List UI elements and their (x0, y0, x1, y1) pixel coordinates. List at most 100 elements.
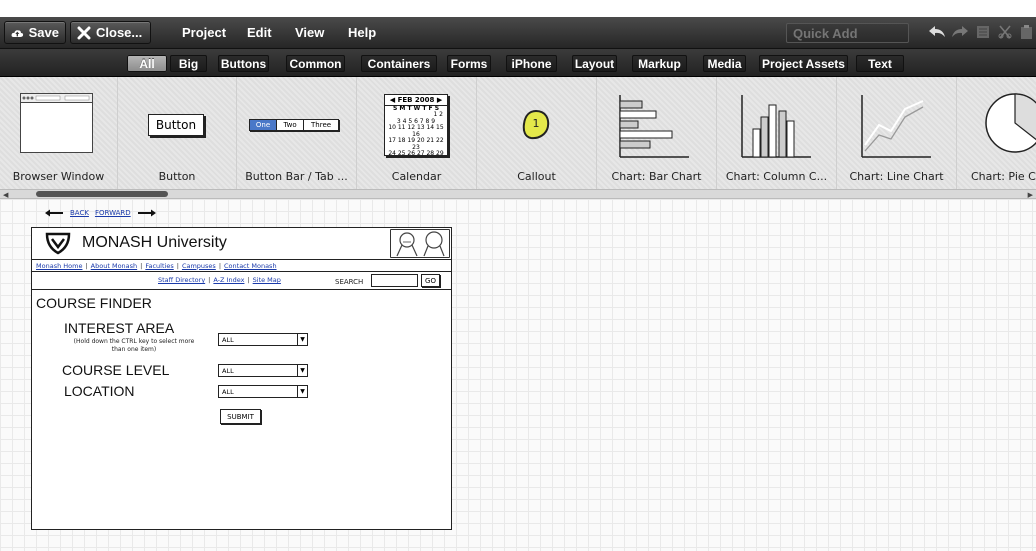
library-item-label: Button (158, 170, 196, 183)
close-button[interactable]: Close... (70, 21, 151, 44)
site-header: MONASH University (32, 228, 450, 260)
link-faculties[interactable]: Faculties (145, 262, 173, 270)
library-item-calendar[interactable]: ◀ FEB 2008 ▶ S M T W T F S 1 2 3 4 5 6 7… (357, 77, 477, 189)
library-item-bar-chart[interactable]: Chart: Bar Chart (597, 77, 717, 189)
filter-tab-media[interactable]: Media (703, 55, 746, 72)
link-contact-monash[interactable]: Contact Monash (224, 262, 277, 270)
filter-tab-buttons[interactable]: Buttons (218, 55, 269, 72)
library-item-label: Chart: Bar Chart (611, 170, 702, 183)
filter-tab-containers[interactable]: Containers (361, 55, 437, 72)
filter-tab-all[interactable]: All (127, 55, 167, 72)
menu-project[interactable]: Project (182, 25, 226, 40)
course-level-label: COURSE LEVEL (62, 362, 170, 378)
mockup-nav-links: BACK FORWARD (44, 209, 157, 217)
library-item-browser-window[interactable]: Browser Window (0, 77, 118, 189)
secondary-nav-links: Staff Directory | A-Z Index | Site Map (158, 276, 281, 284)
library-item-label: Chart: Column C... (725, 170, 828, 183)
cloud-upload-icon (11, 29, 24, 37)
dropdown-arrow-icon[interactable]: ▼ (297, 386, 307, 397)
dropdown-arrow-icon[interactable]: ▼ (297, 365, 307, 376)
people-search-icon (396, 231, 445, 257)
course-finder-title: COURSE FINDER (36, 295, 152, 311)
link-site-map[interactable]: Site Map (253, 276, 281, 284)
tab-bar-preview-one: One (250, 120, 277, 130)
forward-link[interactable]: FORWARD (95, 209, 131, 217)
filter-tab-project-assets[interactable]: Project Assets (759, 55, 848, 72)
cut-icon[interactable] (998, 25, 1012, 39)
library-item-label: Callout (517, 170, 556, 183)
filter-tab-iphone[interactable]: iPhone (506, 55, 557, 72)
forward-arrow-icon[interactable] (137, 209, 157, 217)
library-item-button[interactable]: Button Button (118, 77, 237, 189)
filter-tab-markup[interactable]: Markup (632, 55, 687, 72)
browser-window-preview (20, 93, 93, 153)
redo-icon[interactable] (951, 25, 969, 39)
tab-bar-preview-three: Three (303, 120, 338, 130)
filter-tab-forms[interactable]: Forms (447, 55, 491, 72)
calendar-next-icon: ▶ (436, 96, 443, 104)
dropdown-arrow-icon[interactable]: ▼ (297, 334, 307, 345)
library-item-label: Button Bar / Tab ... (245, 170, 348, 183)
link-campuses[interactable]: Campuses (182, 262, 216, 270)
library-item-pie-chart[interactable]: Chart: Pie C (957, 77, 1036, 189)
submit-button[interactable]: SUBMIT (220, 409, 261, 424)
search-input[interactable] (371, 274, 418, 287)
calendar-prev-icon: ◀ (389, 96, 396, 104)
library-scrollbar[interactable]: ◀ ▶ (0, 189, 1036, 199)
interest-area-label: INTEREST AREA (64, 320, 175, 336)
link-about-monash[interactable]: About Monash (91, 262, 137, 270)
scroll-left-icon[interactable]: ◀ (3, 191, 8, 199)
filter-tab-common[interactable]: Common (286, 55, 345, 72)
interest-area-value: ALL (222, 335, 234, 344)
menu-edit[interactable]: Edit (247, 25, 272, 40)
button-preview: Button (148, 114, 204, 136)
scroll-right-icon[interactable]: ▶ (1028, 191, 1033, 199)
location-select[interactable]: ALL ▼ (218, 385, 308, 398)
callout-preview-number: 1 (533, 117, 540, 130)
link-monash-home[interactable]: Monash Home (36, 262, 82, 270)
tab-bar-preview: One Two Three (249, 119, 339, 131)
link-staff-directory[interactable]: Staff Directory (158, 276, 205, 284)
menu-view[interactable]: View (295, 25, 324, 40)
column-chart-preview (741, 95, 811, 158)
link-a-z-index[interactable]: A-Z Index (213, 276, 244, 284)
component-filter-bar: All Big Buttons Common Containers Forms … (0, 49, 1036, 77)
calendar-preview-row: 24 25 26 27 28 29 (388, 150, 444, 157)
library-item-label: Browser Window (12, 170, 105, 183)
interest-area-select[interactable]: ALL ▼ (218, 333, 308, 346)
location-label: LOCATION (64, 383, 135, 399)
component-library: Browser Window Button Button One Two Thr… (0, 77, 1036, 189)
site-title: MONASH University (82, 234, 227, 251)
filter-tab-big[interactable]: Big (170, 55, 207, 72)
menu-help[interactable]: Help (348, 25, 376, 40)
scrollbar-thumb[interactable] (36, 191, 168, 197)
close-button-label: Close... (96, 25, 143, 40)
go-button[interactable]: GO (421, 274, 440, 287)
location-value: ALL (222, 387, 234, 396)
library-item-button-bar[interactable]: One Two Three Button Bar / Tab ... (237, 77, 357, 189)
save-button-label: Save (28, 25, 59, 40)
save-button[interactable]: Save (4, 21, 66, 44)
search-label: SEARCH (335, 278, 364, 286)
back-link[interactable]: BACK (70, 209, 89, 217)
filter-tab-layout[interactable]: Layout (572, 55, 617, 72)
close-icon (77, 26, 91, 39)
monash-wireframe[interactable]: MONASH University Monash Home | About Mon… (31, 227, 452, 530)
filter-tab-text[interactable]: Text (856, 55, 904, 72)
tab-bar-preview-two: Two (276, 120, 304, 130)
duplicate-icon[interactable] (976, 25, 990, 39)
design-canvas[interactable]: BACK FORWARD MONASH University Monash Ho… (0, 199, 1036, 551)
secondary-nav-row: Staff Directory | A-Z Index | Site Map SEA… (32, 272, 451, 290)
paste-icon[interactable] (1020, 25, 1034, 39)
library-item-label: Chart: Line Chart (849, 170, 944, 183)
library-item-line-chart[interactable]: Chart: Line Chart (837, 77, 957, 189)
library-item-label: Chart: Pie C (971, 170, 1036, 183)
library-item-callout[interactable]: 1 Callout (477, 77, 597, 189)
header-image-placeholder (390, 229, 450, 258)
undo-icon[interactable] (928, 25, 946, 39)
button-preview-label: Button (155, 118, 197, 132)
course-level-select[interactable]: ALL ▼ (218, 364, 308, 377)
library-item-column-chart[interactable]: Chart: Column C... (717, 77, 837, 189)
back-arrow-icon[interactable] (44, 209, 64, 217)
quick-add-input[interactable] (786, 23, 909, 43)
